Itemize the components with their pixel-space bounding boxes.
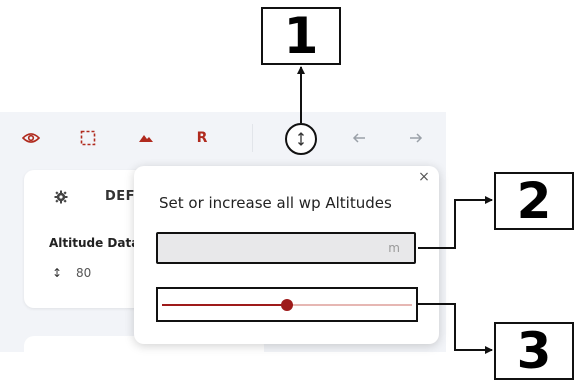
altitude-button[interactable] bbox=[285, 123, 317, 155]
terrain-button[interactable] bbox=[128, 112, 164, 164]
card-title: DEF bbox=[105, 189, 136, 204]
callout-2: 2 bbox=[494, 172, 574, 230]
altitude-unit: m bbox=[388, 241, 400, 255]
mountain-icon bbox=[139, 135, 153, 142]
popover-title: Set or increase all wp Altitudes bbox=[159, 194, 392, 212]
altitude-data-label: Altitude Data bbox=[49, 236, 140, 250]
arrow-right-icon bbox=[410, 133, 423, 143]
toolbar-divider bbox=[252, 124, 253, 152]
dashed-square-icon bbox=[80, 130, 96, 146]
select-area-button[interactable] bbox=[70, 112, 106, 164]
arrow-left-icon bbox=[352, 133, 365, 143]
altitude-arrows-icon bbox=[298, 132, 304, 146]
toolbar: R bbox=[0, 112, 446, 164]
altitude-slider-track[interactable] bbox=[162, 299, 412, 311]
redo-button[interactable] bbox=[398, 112, 434, 164]
letter-r-icon: R bbox=[196, 130, 208, 146]
screenshot-stage: R DEF Altitude Data ↕ 80 × Set or increa… bbox=[0, 0, 575, 387]
altitude-popover: × Set or increase all wp Altitudes m bbox=[134, 166, 439, 344]
undo-button[interactable] bbox=[341, 112, 377, 164]
r-button[interactable]: R bbox=[184, 112, 220, 164]
altitude-value: 80 bbox=[76, 266, 92, 280]
altitude-input-field[interactable]: m bbox=[156, 232, 416, 264]
gear-icon[interactable] bbox=[54, 190, 68, 204]
close-icon[interactable]: × bbox=[417, 170, 431, 184]
eye-icon bbox=[22, 133, 40, 143]
altitude-slider-fill bbox=[162, 304, 287, 306]
altitude-input[interactable] bbox=[158, 234, 378, 264]
callout-1: 1 bbox=[261, 7, 341, 65]
altitude-arrows-icon: ↕ bbox=[52, 266, 63, 280]
altitude-slider-thumb[interactable] bbox=[281, 299, 293, 311]
eye-button[interactable] bbox=[13, 112, 49, 164]
callout-3: 3 bbox=[494, 322, 574, 380]
altitude-slider-box bbox=[156, 287, 418, 322]
